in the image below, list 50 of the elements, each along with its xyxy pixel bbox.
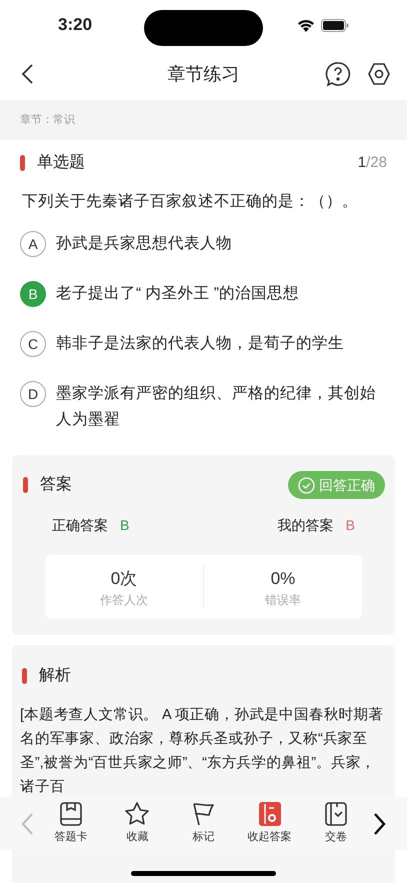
answer-option[interactable]: D 墨家学派有严密的组织、严格的纪律，其创始人为墨翟 [20, 377, 387, 438]
correct-answer-value: B [120, 516, 130, 535]
option-letter: A [20, 231, 46, 258]
stat-value: 0% [270, 568, 296, 590]
question-type: 单选题 [37, 152, 85, 173]
battery-icon [321, 18, 349, 32]
correct-answer-label: 正确答案 [52, 516, 108, 535]
option-text: 老子提出了“ 内圣外王 ”的治国思想 [56, 284, 300, 304]
stat-label: 错误率 [265, 592, 301, 609]
status-time: 3:20 [58, 14, 92, 36]
analysis-title: 解析 [39, 666, 71, 686]
toolbar-button[interactable]: 答题卡 [42, 801, 100, 846]
answer-option[interactable]: C 韩非子是法家的代表人物，是荀子的学生 [20, 327, 387, 366]
next-chevron-icon[interactable] [372, 812, 387, 836]
flag-icon [190, 801, 216, 828]
toolbar-button[interactable]: 交卷 [306, 801, 365, 846]
option-text: 韩非子是法家的代表人物，是荀子的学生 [56, 334, 345, 354]
document-check-icon [322, 801, 349, 828]
stat-value: 0次 [110, 568, 138, 590]
option-text: 孙武是兵家思想代表人物 [56, 234, 233, 254]
page-title: 章节练习 [168, 62, 240, 86]
toolbar-button[interactable]: 收起答案 [240, 801, 299, 846]
star-icon [124, 801, 150, 828]
answer-book-icon [256, 801, 283, 828]
help-icon[interactable] [325, 61, 351, 87]
option-letter: B [20, 281, 46, 308]
accent-bar [23, 477, 28, 494]
analysis-text: [本题考查人文常识。 A 项正确，孙武是中国春秋时期著名的军事家、政治家，尊称兵圣或孙子，又称“兵家至圣”,被誉为“百世兵家之师”、“东方兵学的鼻祖”。兵家，诸子百 [20, 706, 384, 798]
option-text: 墨家学派有严密的组织、严格的纪律，其创始人为墨翟 [56, 384, 377, 430]
answer-option[interactable]: A 孙武是兵家思想代表人物 [20, 227, 387, 266]
question-counter: 1/28 [358, 152, 387, 173]
my-answer-value: B [346, 516, 355, 535]
accent-bar [22, 668, 27, 684]
answer-title: 答案 [40, 474, 72, 496]
settings-icon[interactable] [367, 62, 391, 86]
stat-label: 作答人次 [100, 592, 148, 609]
question-text: 下列关于先秦诸子百家叙述不正确的是：（）。 [21, 192, 359, 212]
toolbar-button[interactable]: 标记 [174, 801, 232, 846]
toolbar-button[interactable]: 收藏 [108, 801, 166, 846]
option-letter: D [20, 381, 46, 408]
answer-option[interactable]: B 老子提出了“ 内圣外王 ”的治国思想 [20, 277, 387, 316]
back-chevron-icon [20, 63, 34, 85]
wifi-icon [297, 18, 315, 32]
chapter-label: 章节：常识 [20, 112, 75, 128]
result-badge: 回答正确 [288, 471, 385, 500]
check-circle-icon [298, 476, 315, 494]
option-letter: C [20, 331, 46, 358]
bookmark-book-icon [58, 801, 84, 828]
accent-bar [20, 155, 25, 171]
my-answer-label: 我的答案 [278, 516, 334, 535]
